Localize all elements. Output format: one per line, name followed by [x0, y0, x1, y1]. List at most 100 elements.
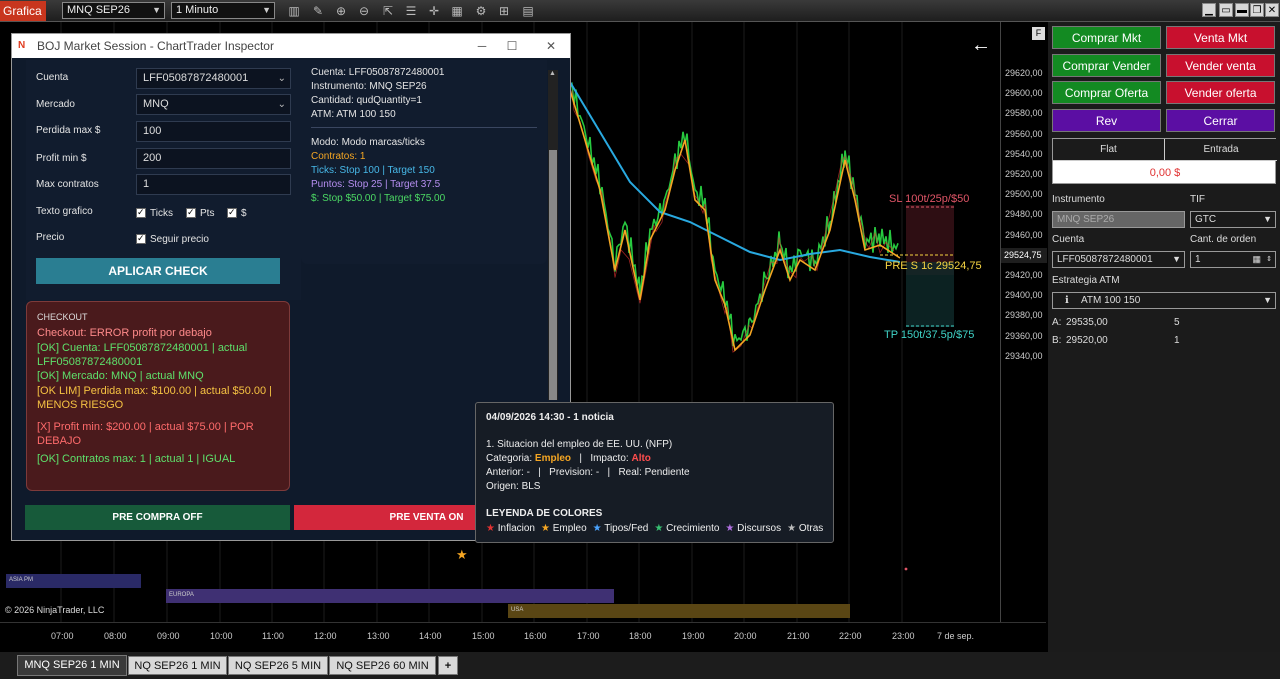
news-date: 04/09/2026 14:30 - 1 noticia [486, 412, 614, 423]
tab-nq-60min[interactable]: NQ SEP26 60 MIN [329, 656, 436, 675]
sell-ask-button[interactable]: Vender venta [1166, 54, 1275, 77]
time-tick: 20:00 [734, 631, 757, 641]
color-legend: ★ Inflacion ★ Empleo ★ Tipos/Fed ★ Crecimie… [486, 522, 829, 534]
take-profit-label: TP 150t/37.5p/$75 [884, 329, 975, 341]
summary-line: Modo: Modo marcas/ticks [311, 137, 425, 148]
scrollbar[interactable]: ▲ [548, 70, 558, 400]
tab-nq-5min[interactable]: NQ SEP26 5 MIN [228, 656, 328, 675]
ask-label: A: [1052, 317, 1062, 328]
instrument-field-value: MNQ SEP26 [1057, 214, 1115, 225]
min-profit-value: 200 [143, 152, 162, 164]
minimize-icon[interactable]: ▁ [1202, 3, 1216, 17]
zoom-out-icon[interactable]: ⊖ [356, 3, 372, 19]
close-icon[interactable]: ✕ [536, 34, 566, 58]
chevron-down-icon: ▼ [152, 5, 161, 15]
instrument-label: Instrumento [1052, 194, 1105, 205]
tif-select[interactable]: GTC ▼ [1190, 211, 1276, 228]
session-europa [166, 589, 614, 603]
checkout-header: CHECKOUT [37, 312, 88, 322]
position-box: Flat Entrada 0,00 $ [1052, 138, 1277, 184]
quantity-value: 1 [1195, 254, 1201, 265]
legend-item: ★ Crecimiento [654, 523, 719, 534]
strategies-icon[interactable]: ⚙ [473, 3, 489, 19]
chart-trader-toggle-icon[interactable]: F [1032, 27, 1045, 40]
app-title[interactable]: Grafica [0, 1, 46, 21]
min-profit-input[interactable]: 200 [136, 148, 291, 169]
summary-line: Cuenta: LFF05087872480001 [311, 67, 445, 78]
crosshair-icon[interactable]: ✛ [426, 3, 442, 19]
buy-ask-button[interactable]: Comprar Vender [1052, 54, 1161, 77]
ticks-checkbox[interactable] [136, 207, 146, 218]
usd-checkbox-label: $ [241, 208, 247, 219]
session-usa-label: USA [511, 607, 524, 613]
star-icon: ★ [592, 523, 605, 534]
price-tick: 29500,00 [1005, 189, 1043, 200]
follow-price-checkbox[interactable] [136, 233, 146, 244]
interval-selector[interactable]: 1 Minuto ▼ [171, 2, 275, 19]
time-tick: 07:00 [51, 631, 74, 641]
summary-line: Instrumento: MNQ SEP26 [311, 81, 427, 92]
market-select[interactable]: MNQ ⌄ [136, 94, 291, 115]
price-tick: 29460,00 [1005, 229, 1043, 240]
bid-price: 29520,00 [1066, 335, 1108, 346]
minimize-icon[interactable]: ─ [467, 34, 497, 58]
max-loss-input[interactable]: 100 [136, 121, 291, 142]
checkout-line: Checkout: ERROR profit por debajo [37, 327, 212, 339]
price-series-down [571, 90, 895, 353]
pts-checkbox[interactable] [186, 207, 196, 218]
price-label: Precio [36, 232, 65, 243]
time-tick: 18:00 [629, 631, 652, 641]
news-category-row: Categoria: Empleo | Impacto: Alto [486, 453, 651, 464]
add-tab-icon[interactable]: + [438, 656, 458, 675]
restore-icon[interactable]: ❐ [1250, 3, 1264, 17]
market-label: Mercado [36, 99, 75, 110]
arrow-left-icon[interactable]: ← [971, 34, 991, 57]
max-contracts-input[interactable]: 1 [136, 174, 291, 195]
sell-bid-button[interactable]: Vender oferta [1166, 81, 1275, 104]
close-position-button[interactable]: Cerrar [1166, 109, 1275, 132]
buy-bid-button[interactable]: Comprar Oferta [1052, 81, 1161, 104]
draw-tool-icon[interactable]: ✎ [310, 3, 326, 19]
calculator-icon[interactable]: ▦ [1252, 252, 1261, 267]
snap-icon[interactable]: ▭ [1219, 3, 1233, 17]
reverse-button[interactable]: Rev [1052, 109, 1161, 132]
buy-market-button[interactable]: Comprar Mkt [1052, 26, 1161, 49]
pointer-icon[interactable]: ⇱ [380, 3, 396, 19]
chart-trader-panel: Comprar Mkt Venta Mkt Comprar Vender Ven… [1048, 22, 1280, 657]
chart-trader-icon[interactable]: ▤ [520, 3, 536, 19]
close-icon[interactable]: ✕ [1265, 3, 1279, 17]
inspector-title-bar[interactable]: N BOJ Market Session - ChartTrader Inspe… [12, 34, 570, 58]
usd-checkbox[interactable] [227, 207, 237, 218]
tab-nq-1min[interactable]: NQ SEP26 1 MIN [128, 656, 227, 675]
quantity-stepper[interactable]: 1 ▦ ⇕ [1190, 251, 1276, 268]
scroll-thumb[interactable] [549, 150, 557, 400]
price-axis[interactable]: F 29620,00 29600,00 29580,00 29560,00 29540,… [1000, 22, 1047, 622]
bar-type-icon[interactable]: ▥ [286, 3, 302, 19]
chart-text-label: Texto grafico [36, 206, 93, 217]
pre-buy-button[interactable]: PRE COMPRA OFF [25, 505, 290, 530]
indicators-icon[interactable]: ▦ [449, 3, 465, 19]
stepper-arrows-icon[interactable]: ⇕ [1266, 252, 1272, 267]
time-axis[interactable]: 07:00 08:00 09:00 10:00 11:00 12:00 13:00 14:00… [0, 622, 1046, 648]
summary-divider [311, 127, 537, 128]
account-select[interactable]: LFF05087872480001 ▼ [1052, 251, 1185, 268]
templates-icon[interactable]: ⊞ [496, 3, 512, 19]
maximize-icon[interactable]: ☐ [497, 34, 527, 58]
news-star-icon[interactable]: ★ [456, 547, 468, 562]
legend-label: Discursos [737, 523, 782, 534]
summary-line: Ticks: Stop 100 | Target 150 [311, 165, 435, 176]
zoom-in-icon[interactable]: ⊕ [333, 3, 349, 19]
atm-select[interactable]: ℹ ATM 100 150 ▼ [1052, 292, 1276, 309]
account-select[interactable]: LFF05087872480001 ⌄ [136, 68, 291, 89]
scroll-up-icon[interactable]: ▲ [549, 70, 556, 77]
time-tick: 08:00 [104, 631, 127, 641]
quantity-label: Cant. de orden [1190, 234, 1257, 245]
instrument-selector[interactable]: MNQ SEP26 ▼ [62, 2, 165, 19]
tile-icon[interactable]: ▬ [1235, 3, 1249, 17]
sell-market-button[interactable]: Venta Mkt [1166, 26, 1275, 49]
tab-mnq-1min[interactable]: MNQ SEP26 1 MIN [17, 655, 127, 676]
time-tick: 10:00 [210, 631, 233, 641]
properties-icon[interactable]: ☰ [403, 3, 419, 19]
atm-info-icon: ℹ [1065, 295, 1069, 306]
apply-check-button[interactable]: APLICAR CHECK [36, 258, 280, 284]
